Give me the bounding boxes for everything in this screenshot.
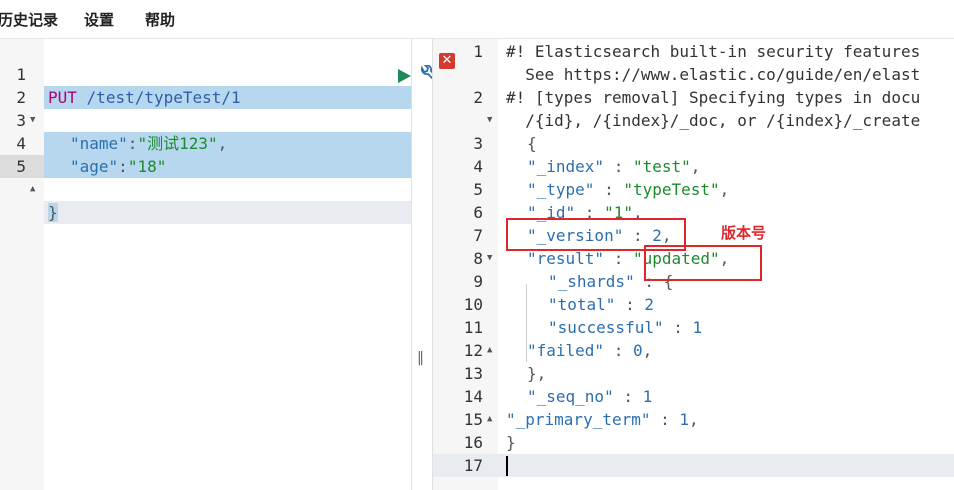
line-number: 7 <box>473 226 483 245</box>
response-line: 3{ <box>433 132 954 155</box>
fold-down-icon[interactable]: ▼ <box>487 109 492 132</box>
line-number: 12 <box>463 341 483 360</box>
line-number: 2 <box>473 88 483 107</box>
response-line: 11 "successful" : 1 <box>433 316 954 339</box>
response-line: 1 #! Elasticsearch built-in security feat… <box>433 40 954 63</box>
line-number: 15 <box>463 410 483 429</box>
line-number: 5 <box>473 180 483 199</box>
json-key: "_type" <box>527 180 595 199</box>
brace: } <box>506 433 516 452</box>
response-code: "total" : 2 <box>548 295 654 314</box>
response-line: 15 ▲ "_primary_term" : 1, <box>433 408 954 431</box>
line-number: 6 <box>473 203 483 222</box>
warning-text: #! [types removal] Specifying types in d… <box>506 88 921 107</box>
response-line: 2 #! [types removal] Specifying types in … <box>433 86 954 109</box>
result-highlight-box <box>644 245 762 281</box>
response-line: 13}, <box>433 362 954 385</box>
brace: { <box>527 134 537 153</box>
line-number: 5 <box>0 155 44 178</box>
response-code: See https://www.elastic.co/guide/en/elas… <box>506 63 920 86</box>
request-line: 5 ▲ } <box>0 132 411 224</box>
response-line: ▼ /{id}, /{index}/_doc, or /{index}/_cre… <box>433 109 954 132</box>
request-code: } <box>44 201 411 224</box>
warning-text: /{id}, /{index}/_doc, or /{index}/_creat… <box>506 111 921 130</box>
response-line: 12 ▲ "failed" : 0, <box>433 339 954 362</box>
response-line: 14 "_seq_no" : 1 <box>433 385 954 408</box>
json-key: "result" <box>527 249 605 268</box>
brace: }, <box>527 364 547 383</box>
fold-down-icon[interactable]: ▼ <box>487 247 492 270</box>
json-value: 1 <box>642 387 653 406</box>
line-number: 17 <box>463 456 483 475</box>
json-key: "total" <box>548 295 616 314</box>
request-line: 3 "name":"测试123", <box>0 86 411 155</box>
response-code: /{id}, /{index}/_doc, or /{index}/_creat… <box>506 109 920 132</box>
json-key: "_seq_no" <box>527 387 614 406</box>
json-value: 2 <box>644 295 654 314</box>
response-code: "successful" : 1 <box>548 318 703 337</box>
menu-settings[interactable]: 设置 <box>84 9 114 30</box>
response-code: "_index" : "test", <box>527 157 701 176</box>
menu-help[interactable]: 帮助 <box>145 9 175 30</box>
request-line: 1 PUT /test/typeTest/1 <box>0 40 442 109</box>
warning-text: #! Elasticsearch built-in security featu… <box>506 42 921 61</box>
json-key: "_shards" <box>548 272 635 291</box>
response-code: "_primary_term" : 1, <box>506 410 699 429</box>
request-line: 4 "age":"18" <box>0 109 411 178</box>
response-line: See https://www.elastic.co/guide/en/elas… <box>433 63 954 86</box>
panel-resize-handle[interactable]: ‖ <box>417 350 424 366</box>
menu-history[interactable]: 历史记录 <box>0 9 58 30</box>
line-number: 8 <box>473 249 483 268</box>
json-key: "successful" <box>548 318 664 337</box>
json-value: "18" <box>127 157 167 176</box>
warning-text: See https://www.elastic.co/guide/en/elas… <box>506 65 921 84</box>
response-code: } <box>506 431 516 454</box>
json-value: "typeTest" <box>623 180 720 199</box>
line-number: 16 <box>463 433 483 452</box>
response-code: #! Elasticsearch built-in security featu… <box>506 40 920 63</box>
line-number: 3 <box>473 134 483 153</box>
line-number: 11 <box>463 318 483 337</box>
response-code: "_seq_no" : 1 <box>527 387 653 406</box>
response-code: { <box>527 132 537 155</box>
json-key: "age" <box>70 157 119 176</box>
response-code: "_type" : "typeTest", <box>527 180 730 199</box>
current-line-highlight <box>433 454 954 477</box>
fold-up-icon[interactable]: ▲ <box>30 178 35 201</box>
text-cursor <box>506 456 508 476</box>
fold-up-icon[interactable]: ▲ <box>487 408 492 431</box>
version-annotation-label: 版本号 <box>721 224 767 242</box>
json-key: "failed" <box>527 341 605 360</box>
request-line: 2 ▼ { <box>0 63 411 155</box>
line-number: 10 <box>463 295 483 314</box>
response-code: #! [types removal] Specifying types in d… <box>506 86 920 109</box>
line-number: 14 <box>463 387 483 406</box>
json-key: "_primary_term" <box>506 410 651 429</box>
json-key: "_index" <box>527 157 605 176</box>
line-number: 9 <box>473 272 483 291</box>
response-line: 10 "total" : 2 <box>433 293 954 316</box>
response-line: 17 <box>433 454 954 477</box>
wrench-icon[interactable] <box>360 42 442 85</box>
menu-bar: 历史记录 设置 帮助 <box>0 0 954 39</box>
json-value: "test" <box>632 157 691 176</box>
response-code: }, <box>527 362 546 385</box>
line-number: 1 <box>473 42 483 61</box>
request-code: "age":"18" <box>44 155 411 178</box>
line-number: 4 <box>473 157 483 176</box>
response-line: 4 "_index" : "test", <box>433 155 954 178</box>
response-code: "failed" : 0, <box>527 341 653 360</box>
fold-up-icon[interactable]: ▲ <box>487 339 492 362</box>
response-line: 16} <box>433 431 954 454</box>
run-icon[interactable] <box>338 44 411 83</box>
json-value: 1 <box>692 318 703 337</box>
json-value: 0 <box>632 341 643 360</box>
json-value: 1 <box>679 410 690 429</box>
request-editor[interactable]: 1 PUT /test/typeTest/1 2 ▼ { 3 "name":"测… <box>0 39 442 490</box>
line-number: 13 <box>463 364 483 383</box>
response-line: 5 "_type" : "typeTest", <box>433 178 954 201</box>
brace: } <box>48 203 58 222</box>
